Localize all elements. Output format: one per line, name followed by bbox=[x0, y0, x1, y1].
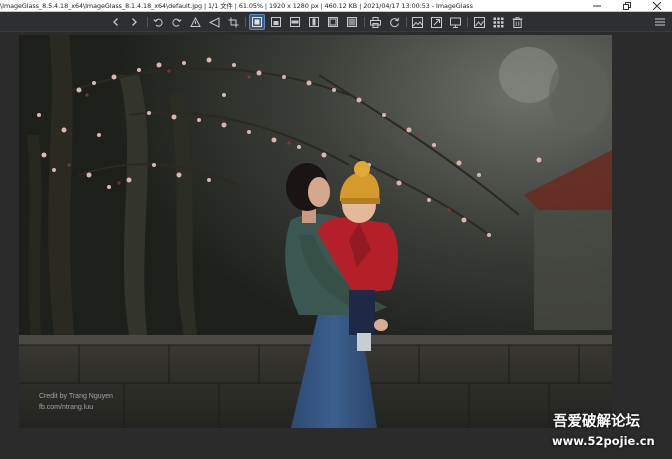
toolbar-separator bbox=[147, 17, 148, 27]
refresh-button[interactable] bbox=[386, 14, 402, 30]
minimize-button[interactable] bbox=[582, 0, 612, 12]
chevron-left-icon bbox=[113, 18, 118, 26]
displayed-photo: Credit by Trang Nguyen fb.com/ntrang.luu bbox=[19, 35, 612, 428]
rotate-left-button[interactable] bbox=[150, 14, 166, 30]
trash-icon bbox=[512, 16, 522, 28]
rotate-right-button[interactable] bbox=[168, 14, 184, 30]
window-title: \ImageGlass_8.5.4.18_x64\ImageGlass_8.1.… bbox=[0, 2, 473, 10]
toolbar bbox=[0, 12, 672, 32]
scale-width-icon bbox=[290, 17, 300, 27]
print-icon bbox=[369, 16, 381, 28]
restore-icon bbox=[623, 2, 631, 10]
slideshow-icon bbox=[449, 17, 461, 28]
watermark-title: 吾爱破解论坛 bbox=[553, 414, 640, 430]
auto-zoom-button[interactable] bbox=[249, 14, 265, 30]
flip-horizontal-button[interactable] bbox=[206, 14, 222, 30]
toolbar-separator bbox=[406, 17, 407, 27]
scale-height-icon bbox=[309, 17, 319, 27]
previous-image-button[interactable] bbox=[108, 14, 124, 30]
auto-zoom-icon bbox=[252, 17, 262, 27]
open-image-icon bbox=[473, 16, 485, 28]
thumbnail-bar-button[interactable] bbox=[490, 14, 506, 30]
toolbar-separator bbox=[467, 17, 468, 27]
crop-icon bbox=[228, 17, 238, 27]
photo-credit-url: fb.com/ntrang.luu bbox=[39, 404, 94, 411]
delete-button[interactable] bbox=[509, 14, 525, 30]
scale-to-height-button[interactable] bbox=[306, 14, 322, 30]
photo-credit: Credit by Trang Nguyen bbox=[39, 393, 113, 400]
title-bar: \ImageGlass_8.5.4.18_x64\ImageGlass_8.1.… bbox=[0, 0, 672, 12]
slideshow-button[interactable] bbox=[447, 14, 463, 30]
chevron-right-icon bbox=[132, 18, 137, 26]
toolbar-separator bbox=[364, 17, 365, 27]
open-with-button[interactable] bbox=[471, 14, 487, 30]
flip-horizontal-icon bbox=[208, 16, 219, 28]
scale-fill-icon bbox=[347, 17, 357, 27]
lock-zoom-button[interactable] bbox=[268, 14, 284, 30]
scale-to-width-button[interactable] bbox=[287, 14, 303, 30]
fullscreen-button[interactable] bbox=[428, 14, 444, 30]
rotate-left-icon bbox=[152, 18, 163, 27]
toolbar-separator bbox=[245, 17, 246, 27]
flip-vertical-button[interactable] bbox=[187, 14, 203, 30]
print-button[interactable] bbox=[367, 14, 383, 30]
watermark-url: www.52pojie.cn bbox=[552, 434, 655, 448]
close-icon bbox=[653, 2, 661, 10]
scale-fit-icon bbox=[328, 17, 338, 27]
hamburger-menu-icon bbox=[655, 18, 665, 26]
minimize-icon bbox=[593, 5, 601, 7]
image-gallery-icon bbox=[411, 16, 423, 28]
main-menu-button[interactable] bbox=[652, 14, 668, 30]
fullscreen-icon bbox=[430, 16, 442, 28]
gallery-button[interactable] bbox=[409, 14, 425, 30]
photo-mother-and-child bbox=[19, 35, 612, 428]
flip-vertical-icon bbox=[189, 16, 201, 27]
refresh-icon bbox=[389, 17, 399, 27]
thumbnail-grid-icon bbox=[493, 17, 503, 27]
close-button[interactable] bbox=[642, 0, 672, 12]
scale-to-fit-button[interactable] bbox=[325, 14, 341, 30]
image-viewer[interactable]: Credit by Trang Nguyen fb.com/ntrang.luu… bbox=[0, 32, 672, 459]
rotate-right-icon bbox=[171, 18, 182, 27]
next-image-button[interactable] bbox=[126, 14, 142, 30]
crop-button[interactable] bbox=[225, 14, 241, 30]
lock-zoom-icon bbox=[271, 17, 281, 27]
scale-to-fill-button[interactable] bbox=[344, 14, 360, 30]
maximize-button[interactable] bbox=[612, 0, 642, 12]
